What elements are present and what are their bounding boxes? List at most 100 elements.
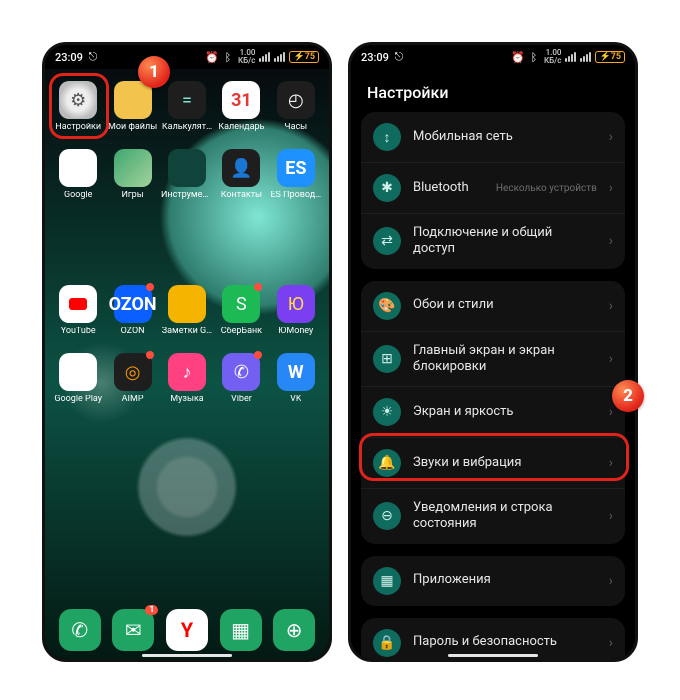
app-viber[interactable]: ✆Viber [214, 349, 268, 417]
settings-row-главный-экран-и-экран-блокиров[interactable]: ⊞Главный экран и экран блокировки› [361, 331, 625, 387]
app-label: Google Play [54, 395, 102, 405]
app-игры[interactable]: Игры [105, 145, 159, 213]
dock-yandex[interactable]: Y [166, 609, 208, 651]
music-icon: ♪ [168, 353, 206, 391]
dock-browser[interactable]: ⊕ [273, 609, 315, 651]
app-часы[interactable]: ◴ Часы [269, 77, 323, 145]
ozon-icon: OZON [114, 285, 152, 323]
chevron-right-icon: › [609, 635, 613, 651]
chevron-right-icon: › [609, 298, 613, 314]
app-инструмен-[interactable]: Инструмен… [160, 145, 214, 213]
row-label: Bluetooth [413, 180, 478, 196]
settings-row-bluetooth[interactable]: ✱BluetoothНесколько устройств› [361, 162, 625, 213]
battery-indicator: ⚡75 [595, 51, 625, 63]
app-label: Контакты [221, 191, 262, 201]
netspeed: 1.00КБ/с [544, 49, 561, 65]
app-label: VK [290, 395, 301, 405]
callout-badge-2: 2 [612, 380, 644, 412]
dock: ✆ ✉1 Y ▦ ⊕ [45, 609, 329, 651]
app-youtube[interactable]: YouTube [51, 281, 105, 349]
app-музыка[interactable]: ♪Музыка [160, 349, 214, 417]
netspeed: 1.00КБ/с [238, 49, 255, 65]
contacts-icon: 👤 [222, 149, 260, 187]
app-контакты[interactable]: 👤 Контакты [214, 145, 268, 213]
settings-group-display: 🎨Обои и стили›⊞Главный экран и экран бло… [361, 281, 625, 544]
sber-icon: S [222, 285, 260, 323]
row-label: Обои и стили [413, 297, 597, 313]
row-label: Мобильная сеть [413, 129, 597, 145]
notification-dot [146, 351, 154, 359]
signal-icon [259, 52, 270, 62]
app-настройки[interactable]: ⚙Настройки [51, 77, 105, 145]
notification-dot [254, 351, 262, 359]
app-label: Viber [231, 395, 252, 405]
settings-row-обои-и-стили[interactable]: 🎨 Обои и стили › [361, 281, 625, 331]
app-label: ES Провод… [270, 191, 321, 201]
nav-handle[interactable] [142, 654, 232, 657]
es-icon: ES [277, 149, 315, 187]
chevron-right-icon: › [609, 129, 613, 145]
app-label: YouTube [61, 327, 96, 337]
settings-group-connectivity: ↕Мобильная сеть›✱BluetoothНесколько устр… [361, 112, 625, 269]
app-aimp[interactable]: ◎ AIMP [105, 349, 159, 417]
app-юmoney[interactable]: ЮЮMoney [269, 281, 323, 349]
notif-icon: ⎋ [393, 51, 405, 63]
app-заметки-g-[interactable]: Заметки G… [160, 281, 214, 349]
settings-list[interactable]: ↕Мобильная сеть›✱BluetoothНесколько устр… [351, 112, 635, 662]
row-icon: 🔔 [373, 449, 401, 477]
settings-title: Настройки [351, 69, 635, 112]
signal-icon-2 [580, 52, 591, 62]
app-label: AIMP [122, 395, 144, 405]
dock-phone[interactable]: ✆ [59, 609, 101, 651]
row-icon: 🎨 [373, 292, 401, 320]
settings-row-подключение-и-общий-доступ[interactable]: ⇄Подключение и общий доступ› [361, 213, 625, 269]
badge-count: 1 [145, 605, 158, 615]
calendar-icon: 31 [222, 81, 260, 119]
app-google[interactable]: Google [51, 145, 105, 213]
chevron-right-icon: › [609, 351, 613, 367]
settings-icon: ⚙ [59, 81, 97, 119]
status-time: 23:09 [361, 51, 389, 64]
status-bar: 23:09 ⎋ ⏰ ᛒ 1.00КБ/с ⚡75 [45, 45, 329, 69]
settings-row-уведомления-и-строка-состояния[interactable]: ⊖Уведомления и строка состояния› [361, 488, 625, 544]
app-сбербанк[interactable]: S СберБанк [214, 281, 268, 349]
settings-row-приложения[interactable]: ▦Приложения› [361, 556, 625, 606]
app-google-play[interactable]: ▶Google Play [51, 349, 105, 417]
battery-indicator: ⚡75 [289, 51, 319, 63]
app-label: Заметки G… [162, 327, 212, 337]
app-календарь[interactable]: 31Календарь [214, 77, 268, 145]
aimp-icon: ◎ [114, 353, 152, 391]
app-es-провод-[interactable]: ES ES Провод… [269, 145, 323, 213]
settings-row-звуки-и-вибрация[interactable]: 🔔Звуки и вибрация› [361, 437, 625, 488]
row-icon: ▦ [373, 567, 401, 595]
row-icon: ☀ [373, 398, 401, 426]
app-label: Калькулят… [162, 123, 212, 133]
app-калькулят-[interactable]: =Калькулят… [160, 77, 214, 145]
app-label: OZON [121, 327, 145, 337]
row-label: Звуки и вибрация [413, 455, 597, 471]
dock-messages[interactable]: ✉1 [112, 609, 154, 651]
notification-dot [254, 283, 262, 291]
nav-handle[interactable] [448, 654, 538, 657]
alarm-icon: ⏰ [512, 51, 524, 63]
app-label: Игры [121, 191, 143, 201]
games-icon [114, 149, 152, 187]
dock-apps[interactable]: ▦ [220, 609, 262, 651]
app-label: Часы [284, 123, 307, 133]
chevron-right-icon: › [609, 404, 613, 420]
app-vk[interactable]: WVK [269, 349, 323, 417]
settings-row-экран-и-яркость[interactable]: ☀Экран и яркость› [361, 386, 625, 437]
row-label: Пароль и безопасность [413, 634, 597, 650]
app-label: Инструмен… [161, 191, 213, 201]
clock-icon: ◴ [277, 81, 315, 119]
app-label: СберБанк [221, 327, 262, 337]
status-bar: 23:09 ⎋ ⏰ ᛒ 1.00КБ/с ⚡75 [351, 45, 635, 69]
row-label: Главный экран и экран блокировки [413, 343, 597, 376]
bluetooth-icon: ᛒ [222, 51, 234, 63]
signal-icon [565, 52, 576, 62]
row-label: Уведомления и строка состояния [413, 500, 597, 533]
settings-row-мобильная-сеть[interactable]: ↕Мобильная сеть› [361, 112, 625, 162]
app-grid: ⚙НастройкиМои файлы=Калькулят…31Календар… [45, 69, 329, 417]
app-ozon[interactable]: OZON OZON [105, 281, 159, 349]
row-icon: ⇄ [373, 227, 401, 255]
